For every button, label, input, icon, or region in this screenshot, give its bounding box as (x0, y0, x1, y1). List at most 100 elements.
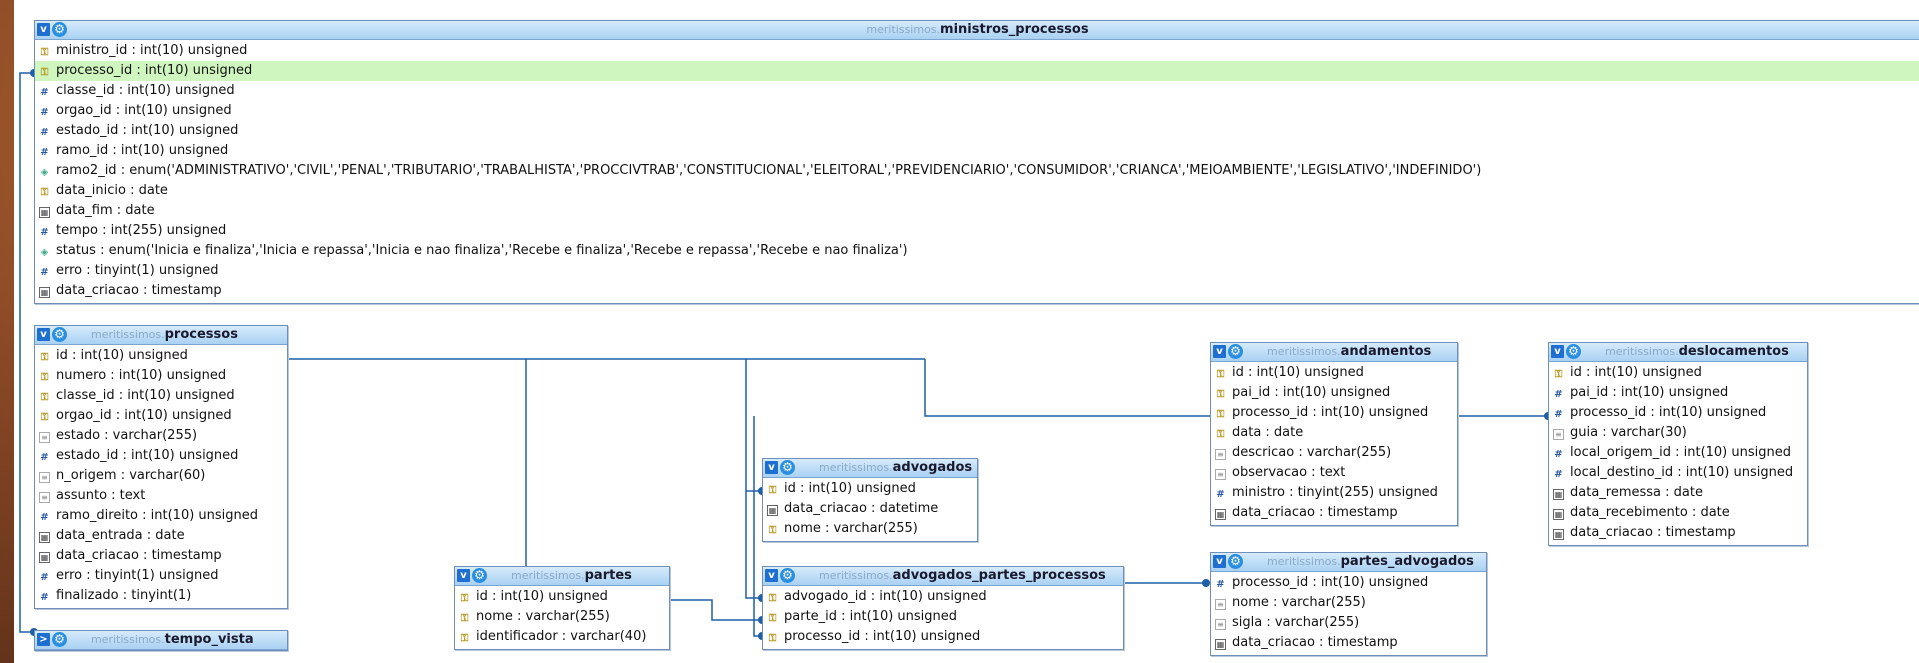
column-row[interactable]: # estado_id : int(10) unsigned (35, 121, 1919, 141)
gear-icon[interactable]: ⚙ (1228, 554, 1243, 569)
column-row[interactable]: ⚿ classe_id : int(10) unsigned (35, 386, 287, 406)
column-row[interactable]: ⚿ id : int(10) unsigned (763, 479, 977, 499)
gear-icon[interactable]: ⚙ (780, 460, 795, 475)
column-row[interactable]: ▦ data_criacao : datetime (763, 499, 977, 519)
column-row[interactable]: # ramo_direito : int(10) unsigned (35, 506, 287, 526)
column-row[interactable]: ▦ data_criacao : timestamp (1549, 523, 1807, 543)
column-row[interactable]: # processo_id : int(10) unsigned (1211, 573, 1486, 593)
collapse-toggle-icon[interactable]: v (1213, 555, 1226, 568)
column-row[interactable]: ▦ data_recebimento : date (1549, 503, 1807, 523)
column-row[interactable]: # processo_id : int(10) unsigned (1549, 403, 1807, 423)
column-row[interactable]: ▦ data_criacao : timestamp (35, 281, 1919, 301)
column-row[interactable]: ≡ assunto : text (35, 486, 287, 506)
column-row[interactable]: ⚿ id : int(10) unsigned (1211, 363, 1457, 383)
column-row[interactable]: ⚿ data : date (1211, 423, 1457, 443)
gear-icon[interactable]: ⚙ (472, 568, 487, 583)
collapse-toggle-icon[interactable]: v (457, 569, 470, 582)
column-row[interactable]: # ramo_id : int(10) unsigned (35, 141, 1919, 161)
table-andamentos[interactable]: v ⚙ meritissimos.andamentos ⚿ id : int(10) u… (1210, 342, 1458, 526)
column-row[interactable]: ⚿ parte_id : int(10) unsigned (763, 607, 1123, 627)
column-row[interactable]: ◈ status : enum('Inicia e finaliza','Inic… (35, 241, 1919, 261)
gear-icon[interactable]: ⚙ (780, 568, 795, 583)
text-field-icon: ≡ (1553, 429, 1564, 440)
collapse-toggle-icon[interactable]: v (1213, 345, 1226, 358)
collapse-toggle-icon[interactable]: v (765, 461, 778, 474)
column-row[interactable]: ≡ estado : varchar(255) (35, 426, 287, 446)
gear-icon[interactable]: ⚙ (1228, 344, 1243, 359)
table-header[interactable]: v ⚙ meritissimos.partes (455, 567, 669, 586)
table-title: meritissimos.andamentos (1267, 343, 1431, 361)
table-advogados-partes-processos[interactable]: v ⚙ meritissimos.advogados_partes_processo… (762, 566, 1124, 650)
column-row[interactable]: ≡ nome : varchar(255) (1211, 593, 1486, 613)
column-row[interactable]: # pai_id : int(10) unsigned (1549, 383, 1807, 403)
table-advogados[interactable]: v ⚙ meritissimos.advogados ⚿ id : int(10) un… (762, 458, 978, 542)
column-row[interactable]: ≡ guia : varchar(30) (1549, 423, 1807, 443)
gear-icon[interactable]: ⚙ (52, 632, 67, 647)
column-row[interactable]: ◈ ramo2_id : enum('ADMINISTRATIVO','CIVIL… (35, 161, 1919, 181)
column-row[interactable]: ▦ data_criacao : timestamp (1211, 503, 1457, 523)
table-tempo-vista[interactable]: > ⚙ meritissimos.tempo_vista (34, 630, 288, 651)
column-row[interactable]: ▦ data_criacao : timestamp (1211, 633, 1486, 653)
gear-icon[interactable]: ⚙ (52, 327, 67, 342)
table-ministros-processos[interactable]: v ⚙ meritissimos.ministros_processos ⚿ minis… (34, 20, 1919, 304)
column-row[interactable]: ≡ descricao : varchar(255) (1211, 443, 1457, 463)
column-row[interactable]: ⚿ data_inicio : date (35, 181, 1919, 201)
column-row[interactable]: # orgao_id : int(10) unsigned (35, 101, 1919, 121)
table-processos[interactable]: v ⚙ meritissimos.processos ⚿ id : int(10) un… (34, 325, 288, 609)
column-row[interactable]: ≡ sigla : varchar(255) (1211, 613, 1486, 633)
table-header[interactable]: v ⚙ meritissimos.partes_advogados (1211, 553, 1486, 572)
column-row[interactable]: ⚿ identificador : varchar(40) (455, 627, 669, 647)
table-header[interactable]: v ⚙ meritissimos.deslocamentos (1549, 343, 1807, 362)
table-header[interactable]: v ⚙ meritissimos.advogados (763, 459, 977, 478)
column-row[interactable]: ⚿ id : int(10) unsigned (35, 346, 287, 366)
table-header[interactable]: v ⚙ meritissimos.ministros_processos (35, 21, 1919, 40)
column-row[interactable]: ▦ data_remessa : date (1549, 483, 1807, 503)
table-partes[interactable]: v ⚙ meritissimos.partes ⚿ id : int(10) unsig… (454, 566, 670, 650)
column-row[interactable]: # erro : tinyint(1) unsigned (35, 566, 287, 586)
column-row[interactable]: # tempo : int(255) unsigned (35, 221, 1919, 241)
hash-icon: # (1554, 469, 1563, 480)
column-definition: data_remessa : date (1570, 485, 1703, 500)
gear-icon[interactable]: ⚙ (1566, 344, 1581, 359)
column-row[interactable]: ▦ data_criacao : timestamp (35, 546, 287, 566)
collapse-toggle-icon[interactable]: v (765, 569, 778, 582)
table-deslocamentos[interactable]: v ⚙ meritissimos.deslocamentos ⚿ id : int(10… (1548, 342, 1808, 546)
column-row[interactable]: # estado_id : int(10) unsigned (35, 446, 287, 466)
column-row[interactable]: ⚿ processo_id : int(10) unsigned (35, 61, 1919, 81)
column-row[interactable]: ⚿ processo_id : int(10) unsigned (763, 627, 1123, 647)
column-definition: nome : varchar(255) (476, 609, 610, 624)
column-row[interactable]: ⚿ processo_id : int(10) unsigned (1211, 403, 1457, 423)
column-row[interactable]: ▦ data_entrada : date (35, 526, 287, 546)
table-header[interactable]: v ⚙ meritissimos.advogados_partes_processo… (763, 567, 1123, 586)
collapse-toggle-icon[interactable]: v (37, 328, 50, 341)
table-partes-advogados[interactable]: v ⚙ meritissimos.partes_advogados # processo… (1210, 552, 1487, 656)
collapse-toggle-icon[interactable]: v (1551, 345, 1564, 358)
column-definition: classe_id : int(10) unsigned (56, 83, 235, 98)
column-row[interactable]: ⚿ nome : varchar(255) (763, 519, 977, 539)
column-row[interactable]: ⚿ ministro_id : int(10) unsigned (35, 41, 1919, 61)
column-row[interactable]: ▦ data_fim : date (35, 201, 1919, 221)
column-row[interactable]: ⚿ advogado_id : int(10) unsigned (763, 587, 1123, 607)
column-row[interactable]: ⚿ pai_id : int(10) unsigned (1211, 383, 1457, 403)
table-header[interactable]: v ⚙ meritissimos.processos (35, 326, 287, 345)
column-row[interactable]: # classe_id : int(10) unsigned (35, 81, 1919, 101)
column-row[interactable]: ⚿ orgao_id : int(10) unsigned (35, 406, 287, 426)
expand-toggle-icon[interactable]: > (37, 633, 50, 646)
column-row[interactable]: ⚿ id : int(10) unsigned (1549, 363, 1807, 383)
table-name: andamentos (1340, 344, 1432, 359)
column-row[interactable]: ⚿ numero : int(10) unsigned (35, 366, 287, 386)
date-field-icon: ▦ (39, 552, 50, 563)
table-header[interactable]: v ⚙ meritissimos.andamentos (1211, 343, 1457, 362)
column-row[interactable]: ⚿ id : int(10) unsigned (455, 587, 669, 607)
column-row[interactable]: # ministro : tinyint(255) unsigned (1211, 483, 1457, 503)
column-row[interactable]: ≡ n_origem : varchar(60) (35, 466, 287, 486)
table-header[interactable]: > ⚙ meritissimos.tempo_vista (35, 631, 287, 650)
column-row[interactable]: ≡ observacao : text (1211, 463, 1457, 483)
column-row[interactable]: # local_destino_id : int(10) unsigned (1549, 463, 1807, 483)
column-row[interactable]: # local_origem_id : int(10) unsigned (1549, 443, 1807, 463)
column-row[interactable]: # erro : tinyint(1) unsigned (35, 261, 1919, 281)
column-row[interactable]: ⚿ nome : varchar(255) (455, 607, 669, 627)
table-name: advogados (892, 460, 973, 475)
date-field-icon: ▦ (1553, 509, 1564, 520)
column-row[interactable]: # finalizado : tinyint(1) (35, 586, 287, 606)
